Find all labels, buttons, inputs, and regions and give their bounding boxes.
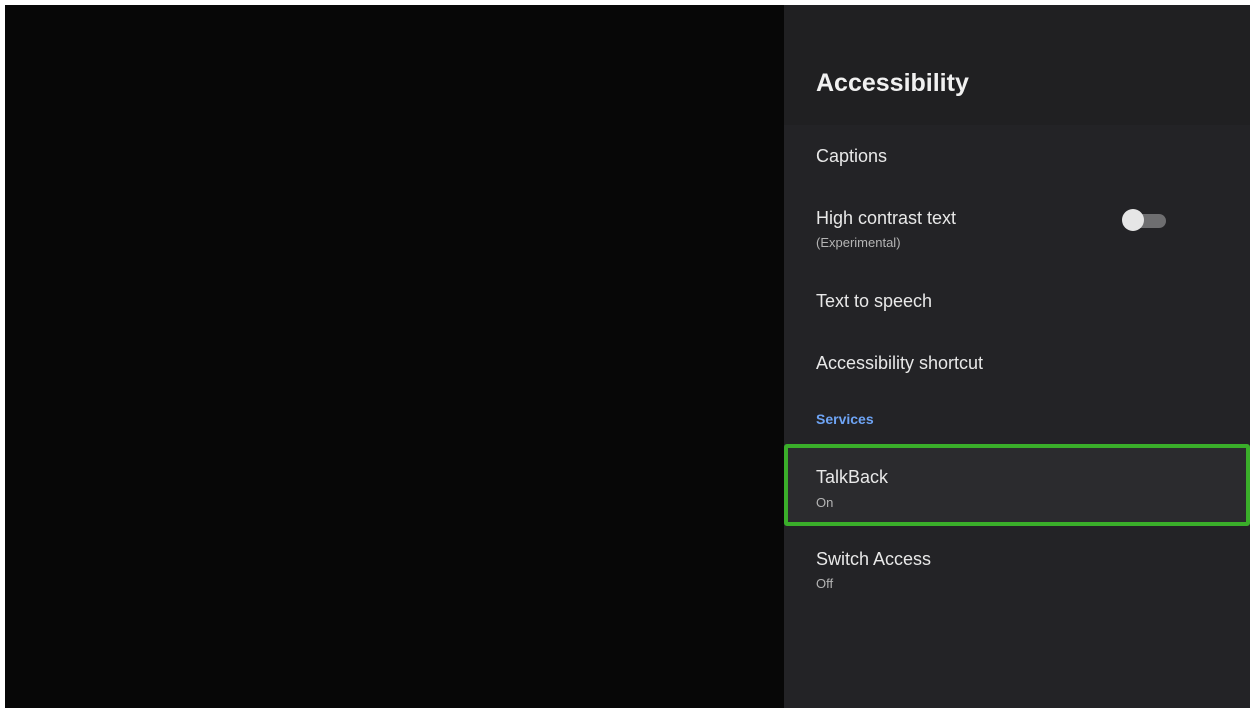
menu-item-text-to-speech[interactable]: Text to speech — [784, 279, 1250, 327]
page-title: Accessibility — [816, 69, 969, 97]
menu-item-label: Switch Access — [816, 549, 932, 569]
menu-item-label: Captions — [816, 146, 888, 166]
menu-item-talkback[interactable]: TalkBack On — [784, 444, 1250, 526]
menu-item-accessibility-shortcut[interactable]: Accessibility shortcut — [784, 341, 1250, 389]
menu-item-label: Accessibility shortcut — [816, 353, 984, 373]
menu-item-status: Off — [816, 576, 834, 591]
menu-item-label: High contrast text — [816, 208, 957, 228]
menu-item-subtitle: (Experimental) — [816, 235, 901, 250]
panel-header: Accessibility — [784, 5, 1250, 125]
menu-item-switch-access[interactable]: Switch Access Off — [784, 535, 1250, 601]
menu-item-label: Text to speech — [816, 291, 933, 311]
high-contrast-toggle[interactable] — [1122, 209, 1166, 231]
accessibility-settings-panel: Accessibility Captions High contrast tex… — [784, 5, 1250, 708]
menu-item-high-contrast-text[interactable]: High contrast text (Experimental) — [784, 197, 1250, 263]
menu-item-status: On — [816, 495, 834, 510]
toggle-switch-icon — [1122, 209, 1144, 231]
tv-screen: Accessibility Captions High contrast tex… — [5, 5, 1250, 708]
menu-item-label: TalkBack — [816, 467, 889, 487]
background-area — [5, 5, 784, 708]
menu-item-captions[interactable]: Captions — [784, 133, 1250, 181]
section-header-services: Services — [816, 411, 874, 427]
